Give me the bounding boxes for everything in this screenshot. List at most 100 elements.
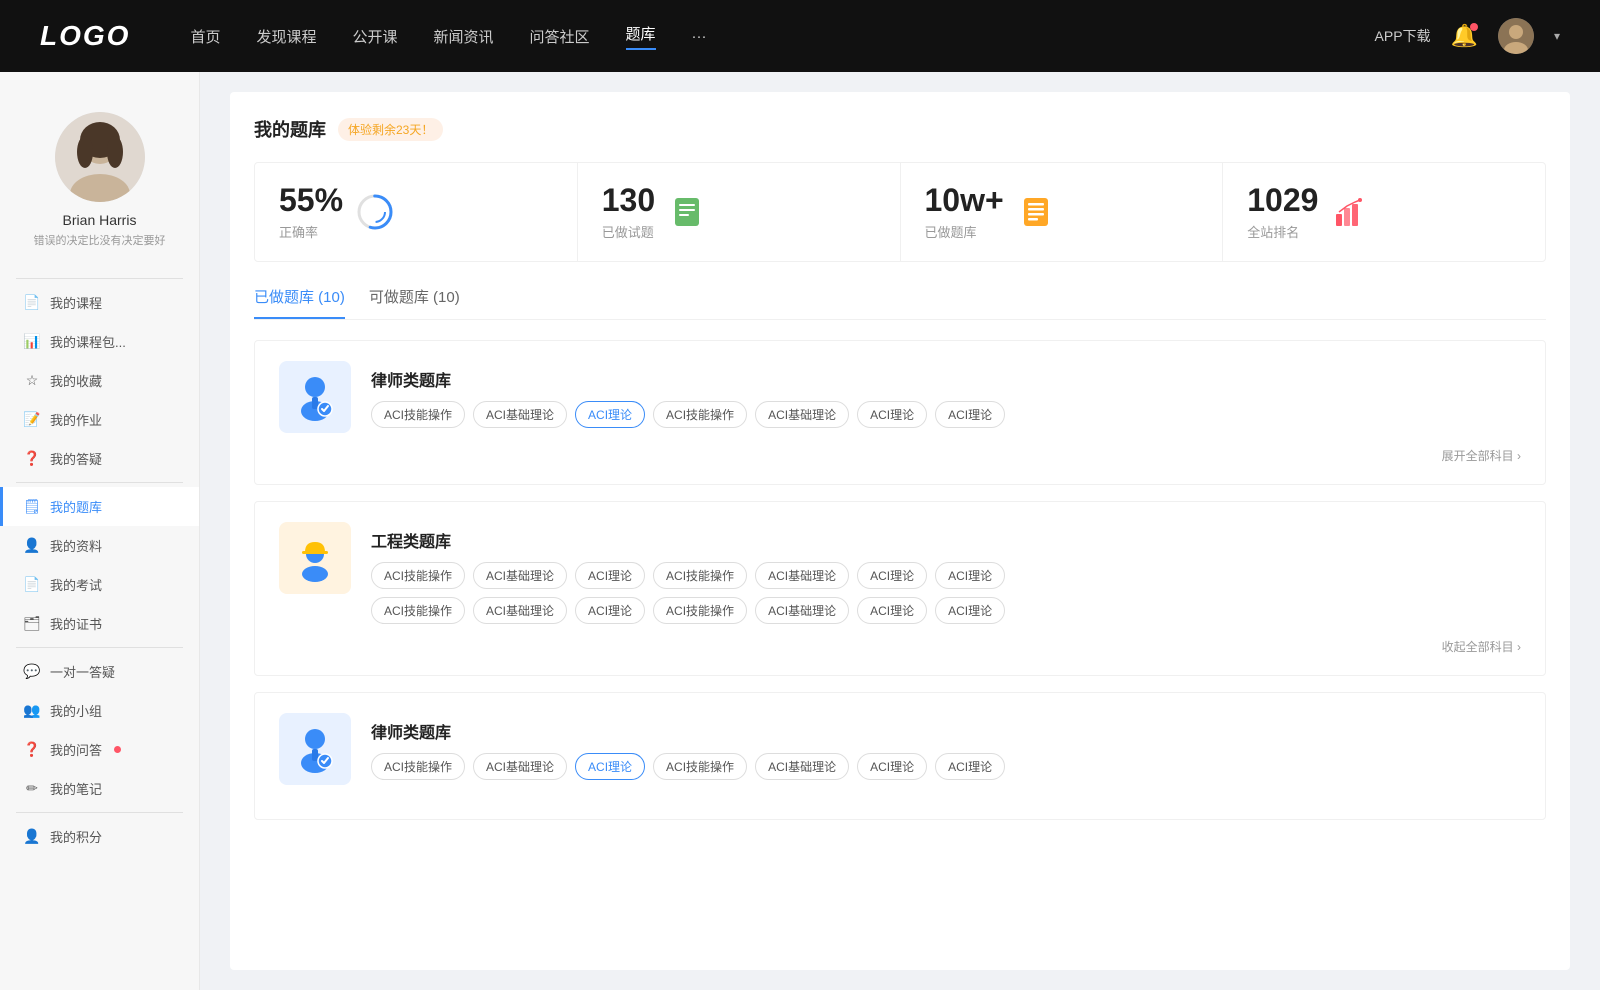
sidebar-item-homework[interactable]: 📝 我的作业 (0, 400, 199, 439)
nav-news[interactable]: 新闻资讯 (434, 26, 494, 47)
qbank-lawyer-2-tag-3[interactable]: ACI技能操作 (653, 753, 747, 780)
qbank-engineer-tag-8[interactable]: ACI基础理论 (473, 597, 567, 624)
stat-banks-done-icon (1018, 194, 1054, 230)
qbank-lawyer-1-tag-2[interactable]: ACI理论 (575, 401, 645, 428)
sidebar-item-my-data[interactable]: 👤 我的资料 (0, 526, 199, 565)
stat-banks-done-label: 已做题库 (925, 222, 1004, 241)
qbank-lawyer-1-footer: 展开全部科目 › (279, 447, 1521, 464)
qbank-engineer-tag-12[interactable]: ACI理论 (857, 597, 927, 624)
logo[interactable]: LOGO (40, 20, 130, 52)
my-question-icon: ❓ (24, 742, 40, 758)
my-notes-icon: ✏ (24, 781, 40, 797)
sidebar-item-course-package[interactable]: 📊 我的课程包... (0, 322, 199, 361)
sidebar-item-my-question[interactable]: ❓ 我的问答 (0, 730, 199, 769)
nav-discover[interactable]: 发现课程 (256, 26, 316, 47)
sidebar-item-one-on-one[interactable]: 💬 一对一答疑 (0, 652, 199, 691)
qbank-engineer-tag-10[interactable]: ACI技能操作 (653, 597, 747, 624)
stat-banks-done-info: 10w+ 已做题库 (925, 183, 1004, 241)
certificate-icon: 🗂 (24, 616, 40, 632)
main-inner: 我的题库 体验剩余23天！ 55% 正确率 (230, 92, 1570, 970)
tab-done-banks[interactable]: 已做题库 (10) (254, 286, 345, 319)
sidebar-item-my-qa[interactable]: ❓ 我的答疑 (0, 439, 199, 478)
qbank-lawyer-2-tag-4[interactable]: ACI基础理论 (755, 753, 849, 780)
qbank-lawyer-1-tag-0[interactable]: ACI技能操作 (371, 401, 465, 428)
qbank-engineer-tag-0[interactable]: ACI技能操作 (371, 562, 465, 589)
stat-accuracy-value: 55% (279, 183, 343, 218)
trial-badge: 体验剩余23天！ (338, 118, 443, 141)
qbank-engineer-header: 工程类题库 ACI技能操作 ACI基础理论 ACI理论 ACI技能操作 ACI基… (279, 522, 1521, 624)
nav-home[interactable]: 首页 (190, 26, 220, 47)
homework-icon: 📝 (24, 412, 40, 428)
stat-ranking-info: 1029 全站排名 (1247, 183, 1318, 241)
qbank-engineer-tags-row1: ACI技能操作 ACI基础理论 ACI理论 ACI技能操作 ACI基础理论 AC… (371, 562, 1521, 589)
qbank-engineer-tag-9[interactable]: ACI理论 (575, 597, 645, 624)
sidebar-item-my-points[interactable]: 👤 我的积分 (0, 817, 199, 856)
app-download-link[interactable]: APP下载 (1375, 26, 1431, 46)
question-bank-icon: 🗒 (24, 499, 40, 515)
qbank-lawyer-2-tag-1[interactable]: ACI基础理论 (473, 753, 567, 780)
qbank-lawyer-2-icon-wrap (279, 713, 351, 785)
nav-question-bank[interactable]: 题库 (626, 23, 656, 50)
qbank-lawyer-2-title: 律师类题库 (371, 713, 1521, 743)
qbank-engineer-collapse-btn[interactable]: 收起全部科目 › (1442, 638, 1521, 655)
qbank-engineer-tag-11[interactable]: ACI基础理论 (755, 597, 849, 624)
profile-avatar[interactable] (55, 112, 145, 202)
qbank-engineer-tag-1[interactable]: ACI基础理论 (473, 562, 567, 589)
user-dropdown-arrow[interactable]: ▾ (1554, 29, 1560, 43)
qbank-engineer-tag-2[interactable]: ACI理论 (575, 562, 645, 589)
page-header: 我的题库 体验剩余23天！ (254, 116, 1546, 142)
qbank-engineer-footer: 收起全部科目 › (279, 638, 1521, 655)
qbank-engineer-tag-5[interactable]: ACI理论 (857, 562, 927, 589)
sidebar-item-my-exam[interactable]: 📄 我的考试 (0, 565, 199, 604)
notification-bell[interactable]: 🔔 (1451, 23, 1478, 49)
qbank-lawyer-1-tag-1[interactable]: ACI基础理论 (473, 401, 567, 428)
stat-questions-done-info: 130 已做试题 (602, 183, 655, 241)
sidebar-item-my-courses[interactable]: 📄 我的课程 (0, 283, 199, 322)
sidebar-profile: Brian Harris 错误的决定比没有决定要好 (0, 92, 199, 274)
favorites-icon: ☆ (24, 373, 40, 389)
stat-accuracy: 55% 正确率 (255, 163, 578, 261)
nav-more[interactable]: ··· (692, 28, 707, 45)
sidebar-item-question-bank[interactable]: 🗒 我的题库 (0, 487, 199, 526)
nav-qa[interactable]: 问答社区 (530, 26, 590, 47)
qbank-engineer-tag-3[interactable]: ACI技能操作 (653, 562, 747, 589)
qbank-lawyer-1-tag-4[interactable]: ACI基础理论 (755, 401, 849, 428)
qbank-engineer-tag-7[interactable]: ACI技能操作 (371, 597, 465, 624)
stat-accuracy-icon (357, 194, 393, 230)
sidebar-item-my-group[interactable]: 👥 我的小组 (0, 691, 199, 730)
page-wrapper: Brian Harris 错误的决定比没有决定要好 📄 我的课程 📊 我的课程包… (0, 72, 1600, 990)
qbank-engineer-tag-4[interactable]: ACI基础理论 (755, 562, 849, 589)
stat-ranking: 1029 全站排名 (1223, 163, 1545, 261)
sidebar-divider-2 (16, 647, 183, 648)
bell-dot (1470, 23, 1478, 31)
qbank-lawyer-2-tag-5[interactable]: ACI理论 (857, 753, 927, 780)
qbank-lawyer-2-tag-2[interactable]: ACI理论 (575, 753, 645, 780)
sidebar-divider-top (16, 278, 183, 279)
my-points-icon: 👤 (24, 829, 40, 845)
qbank-card-lawyer-1: 律师类题库 ACI技能操作 ACI基础理论 ACI理论 ACI技能操作 ACI基… (254, 340, 1546, 485)
sidebar-item-my-notes[interactable]: ✏ 我的笔记 (0, 769, 199, 808)
qbank-lawyer-2-tag-6[interactable]: ACI理论 (935, 753, 1005, 780)
navbar: LOGO 首页 发现课程 公开课 新闻资讯 问答社区 题库 ··· APP下载 … (0, 0, 1600, 72)
qbank-lawyer-1-title: 律师类题库 (371, 361, 1521, 391)
qbank-lawyer-1-tag-6[interactable]: ACI理论 (935, 401, 1005, 428)
qbank-lawyer-1-tag-3[interactable]: ACI技能操作 (653, 401, 747, 428)
stat-ranking-label: 全站排名 (1247, 222, 1318, 241)
user-avatar[interactable] (1498, 18, 1534, 54)
qbank-lawyer-1-expand-btn[interactable]: 展开全部科目 › (1442, 447, 1521, 464)
nav-open-course[interactable]: 公开课 (352, 26, 397, 47)
sidebar-item-certificate[interactable]: 🗂 我的证书 (0, 604, 199, 643)
stat-accuracy-info: 55% 正确率 (279, 183, 343, 241)
tabs-row: 已做题库 (10) 可做题库 (10) (254, 286, 1546, 320)
my-group-icon: 👥 (24, 703, 40, 719)
sidebar-motto: 错误的决定比没有决定要好 (34, 232, 166, 248)
qbank-engineer-tag-6[interactable]: ACI理论 (935, 562, 1005, 589)
tab-available-banks[interactable]: 可做题库 (10) (369, 286, 460, 319)
qbank-lawyer-1-tag-5[interactable]: ACI理论 (857, 401, 927, 428)
qbank-engineer-tag-13[interactable]: ACI理论 (935, 597, 1005, 624)
my-data-icon: 👤 (24, 538, 40, 554)
qbank-lawyer-2-tag-0[interactable]: ACI技能操作 (371, 753, 465, 780)
sidebar-item-favorites[interactable]: ☆ 我的收藏 (0, 361, 199, 400)
sidebar-username: Brian Harris (63, 212, 137, 228)
navbar-right: APP下载 🔔 ▾ (1375, 18, 1560, 54)
